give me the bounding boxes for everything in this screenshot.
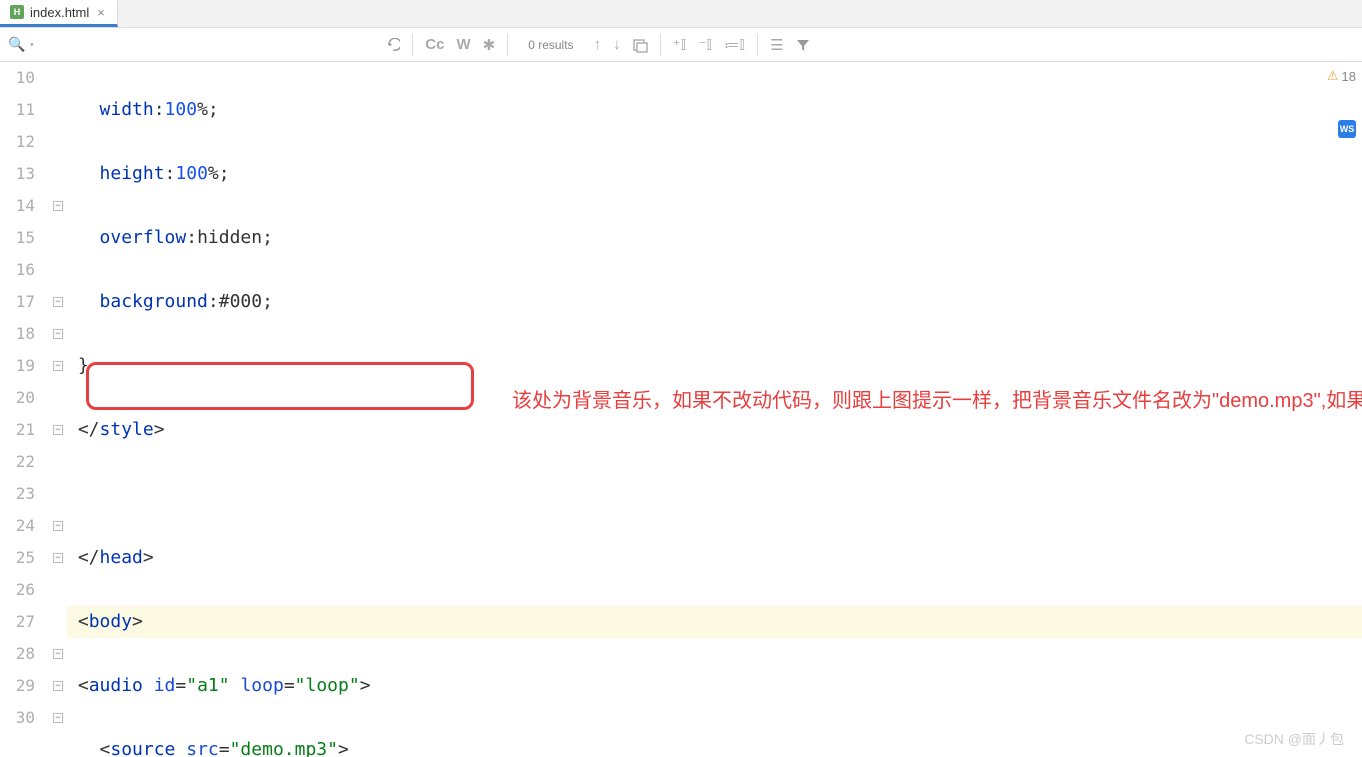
warning-icon: ⚠ — [1327, 68, 1339, 84]
line-number: 16 — [0, 254, 35, 286]
html-file-icon: H — [10, 5, 24, 19]
toolbar-separator — [660, 34, 661, 56]
line-number: 27 — [0, 606, 35, 638]
fold-column: − − − − − − − − − − — [51, 62, 67, 757]
toolbar-separator — [507, 34, 508, 56]
find-toolbar: 🔍 ▾ Cc W ✱ 0 results ↑ ↓ ⁺𝕀 ⁻𝕀 ≔𝕀 ☰̄ — [0, 28, 1362, 62]
settings-icon[interactable]: ☰̄ — [764, 36, 789, 54]
line-number: 24 — [0, 510, 35, 542]
line-number: 17 — [0, 286, 35, 318]
watermark-text: CSDN @面丿包 — [1244, 729, 1344, 749]
tab-filename: index.html — [30, 5, 89, 20]
line-number: 20 — [0, 382, 35, 414]
fold-marker-icon[interactable]: − — [53, 649, 63, 659]
fold-marker-icon[interactable]: − — [53, 201, 63, 211]
up-arrow-icon[interactable]: ↑ — [588, 36, 608, 53]
line-number: 12 — [0, 126, 35, 158]
regex-button[interactable]: ✱ — [477, 36, 502, 54]
down-arrow-icon[interactable]: ↓ — [607, 36, 627, 53]
line-number: 13 — [0, 158, 35, 190]
search-input[interactable] — [40, 28, 380, 61]
words-button[interactable]: W — [450, 36, 476, 53]
filter-icon[interactable] — [790, 36, 816, 53]
code-line[interactable]: <body> — [67, 606, 1362, 638]
line-gutter: 10 11 12 13 14 15 16 17 18 19 20 21 22 2… — [0, 62, 51, 757]
annotation-text: 该处为背景音乐，如果不改动代码，则跟上图提示一样，把背景音乐文件名改为"demo… — [512, 386, 1322, 416]
line-number: 30 — [0, 702, 35, 734]
code-line[interactable]: </style> — [67, 414, 1362, 446]
code-line[interactable]: </head> — [67, 542, 1362, 574]
code-editor[interactable]: 10 11 12 13 14 15 16 17 18 19 20 21 22 2… — [0, 62, 1362, 757]
code-line[interactable]: <audio id="a1" loop="loop"> — [67, 670, 1362, 702]
code-area[interactable]: width:100%; height:100%; overflow:hidden… — [67, 62, 1362, 757]
code-line[interactable]: } — [67, 350, 1362, 382]
line-number: 28 — [0, 638, 35, 670]
webstorm-badge-icon[interactable]: WS — [1338, 120, 1356, 138]
toolbar-separator — [412, 34, 413, 56]
code-line[interactable] — [67, 478, 1362, 510]
results-count: 0 results — [514, 38, 587, 52]
fold-marker-icon[interactable]: − — [53, 681, 63, 691]
select-all-icon[interactable] — [627, 36, 654, 53]
line-number: 14 — [0, 190, 35, 222]
code-line[interactable]: <source src="demo.mp3"> — [67, 734, 1362, 757]
fold-marker-icon[interactable]: − — [53, 361, 63, 371]
line-number: 23 — [0, 478, 35, 510]
line-number: 21 — [0, 414, 35, 446]
line-number: 15 — [0, 222, 35, 254]
fold-marker-icon[interactable]: − — [53, 713, 63, 723]
line-number: 11 — [0, 94, 35, 126]
close-tab-icon[interactable]: × — [95, 5, 107, 20]
line-number: 22 — [0, 446, 35, 478]
file-tab[interactable]: H index.html × — [0, 0, 118, 27]
line-number: 26 — [0, 574, 35, 606]
line-number: 18 — [0, 318, 35, 350]
line-number: 10 — [0, 62, 35, 94]
code-line[interactable]: width:100%; — [67, 94, 1362, 126]
prev-occurrence-icon[interactable] — [380, 36, 406, 53]
remove-selection-icon[interactable]: ⁻𝕀 — [692, 36, 718, 54]
warnings-badge[interactable]: ⚠ 18 — [1327, 68, 1356, 84]
search-icon[interactable]: 🔍 — [0, 37, 33, 53]
fold-marker-icon[interactable]: − — [53, 553, 63, 563]
line-number: 25 — [0, 542, 35, 574]
code-line[interactable]: background:#000; — [67, 286, 1362, 318]
fold-marker-icon[interactable]: − — [53, 297, 63, 307]
fold-marker-icon[interactable]: − — [53, 425, 63, 435]
code-line[interactable]: overflow:hidden; — [67, 222, 1362, 254]
warning-count: 18 — [1342, 69, 1356, 84]
add-selection-icon[interactable]: ⁺𝕀 — [667, 36, 693, 54]
code-line[interactable]: height:100%; — [67, 158, 1362, 190]
line-number: 19 — [0, 350, 35, 382]
match-case-button[interactable]: Cc — [419, 36, 450, 53]
toolbar-separator — [757, 34, 758, 56]
line-number: 29 — [0, 670, 35, 702]
search-history-chevron-icon[interactable]: ▾ — [29, 40, 40, 49]
editor-tabbar: H index.html × — [0, 0, 1362, 28]
fold-marker-icon[interactable]: − — [53, 521, 63, 531]
fold-marker-icon[interactable]: − — [53, 329, 63, 339]
select-occurrences-icon[interactable]: ≔𝕀 — [718, 36, 751, 54]
